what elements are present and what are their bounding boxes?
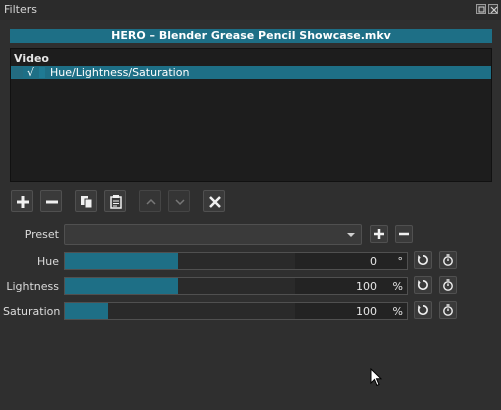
- saturation-slider-fill: [65, 303, 108, 319]
- remove-filter-button[interactable]: [40, 190, 62, 212]
- hue-keyframe-button[interactable]: [439, 251, 457, 269]
- stopwatch-icon: [443, 279, 453, 291]
- hue-value[interactable]: 0: [370, 255, 377, 268]
- saturation-unit: %: [392, 305, 403, 318]
- paste-icon: [110, 195, 122, 209]
- save-preset-button[interactable]: [370, 225, 388, 243]
- saturation-label: Saturation: [3, 305, 61, 318]
- preset-label: Preset: [24, 228, 59, 241]
- hue-unit: °: [397, 255, 404, 268]
- copy-icon: [81, 196, 93, 209]
- move-filter-up-button[interactable]: [139, 190, 161, 212]
- remove-icon: [46, 200, 58, 204]
- saturation-keyframe-button[interactable]: [439, 301, 457, 319]
- move-up-icon: [146, 198, 156, 205]
- hue-slider[interactable]: 0 °: [64, 252, 408, 270]
- reset-icon: [417, 280, 428, 290]
- checkmark-icon: √: [27, 66, 35, 79]
- saturation-spinbox-area[interactable]: [295, 303, 407, 319]
- reset-icon: [417, 305, 428, 315]
- saturation-slider[interactable]: 100 %: [64, 302, 408, 320]
- reset-icon: [417, 255, 428, 265]
- lightness-label: Lightness: [6, 280, 59, 293]
- row-separator: [39, 67, 45, 78]
- filter-list-item[interactable]: √ Hue/Lightness/Saturation: [11, 66, 491, 79]
- lightness-keyframe-button[interactable]: [439, 276, 457, 294]
- hue-slider-fill: [65, 253, 178, 269]
- deselect-filter-button[interactable]: [203, 190, 225, 212]
- preset-combobox[interactable]: [64, 224, 362, 245]
- move-down-icon: [175, 199, 185, 206]
- stopwatch-icon: [443, 254, 453, 266]
- stopwatch-icon: [443, 304, 453, 316]
- add-icon: [374, 229, 384, 239]
- add-icon: [17, 196, 29, 208]
- close-icon[interactable]: [488, 4, 498, 14]
- panel-titlebar: Filters: [0, 0, 501, 20]
- filter-list[interactable]: Video √ Hue/Lightness/Saturation: [10, 48, 492, 182]
- lightness-reset-button[interactable]: [414, 276, 432, 294]
- filter-name: Hue/Lightness/Saturation: [50, 66, 190, 79]
- hue-reset-button[interactable]: [414, 251, 432, 269]
- panel-title: Filters: [4, 3, 37, 16]
- remove-icon: [399, 232, 409, 236]
- mouse-cursor-icon: [370, 368, 383, 387]
- lightness-value[interactable]: 100: [356, 280, 377, 293]
- float-icon[interactable]: [476, 4, 486, 14]
- lightness-unit: %: [392, 280, 403, 293]
- filter-enable-checkbox[interactable]: [12, 67, 23, 78]
- deselect-icon: [209, 196, 221, 208]
- hue-label: Hue: [36, 255, 59, 268]
- paste-filters-button[interactable]: [104, 190, 126, 212]
- lightness-slider[interactable]: 100 %: [64, 277, 408, 295]
- add-filter-button[interactable]: [11, 190, 33, 212]
- delete-preset-button[interactable]: [395, 225, 413, 243]
- saturation-reset-button[interactable]: [414, 301, 432, 319]
- lightness-spinbox-area[interactable]: [295, 278, 407, 294]
- hue-spinbox-area[interactable]: [295, 253, 407, 269]
- chevron-down-icon: [347, 233, 355, 237]
- move-filter-down-button[interactable]: [168, 190, 190, 212]
- filter-category-video: Video: [14, 52, 49, 65]
- clip-name-bar: HERO – Blender Grease Pencil Showcase.mk…: [10, 29, 492, 43]
- copy-filters-button[interactable]: [75, 190, 97, 212]
- saturation-value[interactable]: 100: [356, 305, 377, 318]
- lightness-slider-fill: [65, 278, 178, 294]
